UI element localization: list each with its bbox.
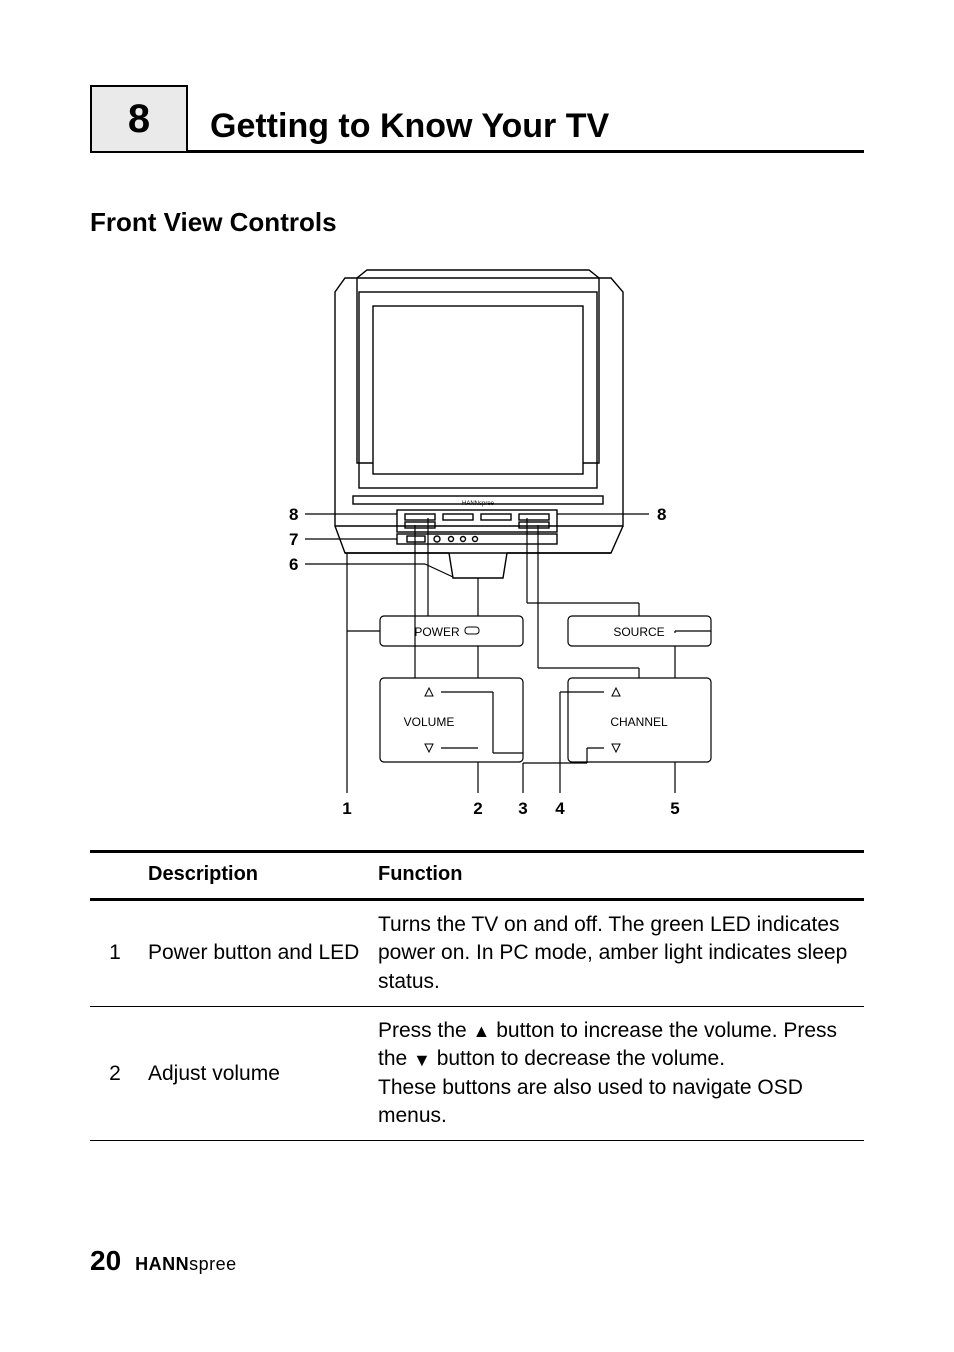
func-text: These buttons are also used to navigate … xyxy=(378,1076,803,1127)
chapter-title: Getting to Know Your TV xyxy=(210,107,609,150)
chapter-title-wrap: Getting to Know Your TV xyxy=(188,85,864,153)
svg-text:HANNspree: HANNspree xyxy=(462,501,495,507)
table-row: 2 Adjust volume Press the ▲ button to in… xyxy=(90,1007,864,1141)
callout-8-left: 8 xyxy=(289,505,298,524)
page-footer: 20 HANNspree xyxy=(90,1245,237,1277)
triangle-up-icon: ▲ xyxy=(473,1022,491,1040)
chapter-number: 8 xyxy=(128,97,150,142)
table-row: 1 Power button and LED Turns the TV on a… xyxy=(90,900,864,1007)
callout-6: 6 xyxy=(289,555,298,574)
func-text: Press the xyxy=(378,1019,473,1042)
row-desc: Power button and LED xyxy=(140,900,370,1007)
callout-2: 2 xyxy=(473,799,482,818)
row-num: 2 xyxy=(90,1007,140,1141)
front-view-diagram: HANNspree xyxy=(90,258,864,838)
header-function: Function xyxy=(370,852,864,900)
func-text: button to decrease the volume. xyxy=(431,1047,725,1070)
controls-table: Description Function 1 Power button and … xyxy=(90,850,864,1141)
chapter-header: 8 Getting to Know Your TV xyxy=(90,85,864,153)
brand-logo: HANNspree xyxy=(135,1254,237,1275)
brand-bold: HANN xyxy=(135,1254,189,1274)
triangle-down-icon: ▼ xyxy=(413,1051,431,1069)
header-blank xyxy=(90,852,140,900)
row-desc: Adjust volume xyxy=(140,1007,370,1141)
row-num: 1 xyxy=(90,900,140,1007)
header-description: Description xyxy=(140,852,370,900)
callout-7: 7 xyxy=(289,530,298,549)
callout-8-right: 8 xyxy=(657,505,666,524)
callout-1: 1 xyxy=(342,799,351,818)
row-func: Press the ▲ button to increase the volum… xyxy=(370,1007,864,1141)
brand-light: spree xyxy=(189,1254,237,1274)
row-func: Turns the TV on and off. The green LED i… xyxy=(370,900,864,1007)
callout-3: 3 xyxy=(518,799,527,818)
source-label: SOURCE xyxy=(613,625,664,639)
callout-5: 5 xyxy=(670,799,679,818)
volume-label: VOLUME xyxy=(404,715,455,729)
chapter-number-box: 8 xyxy=(90,85,188,153)
channel-label: CHANNEL xyxy=(610,715,668,729)
callout-4: 4 xyxy=(555,799,565,818)
page-number: 20 xyxy=(90,1245,121,1277)
tv-diagram-svg: HANNspree xyxy=(197,258,757,838)
section-title: Front View Controls xyxy=(90,207,864,238)
power-label: POWER xyxy=(414,625,460,639)
